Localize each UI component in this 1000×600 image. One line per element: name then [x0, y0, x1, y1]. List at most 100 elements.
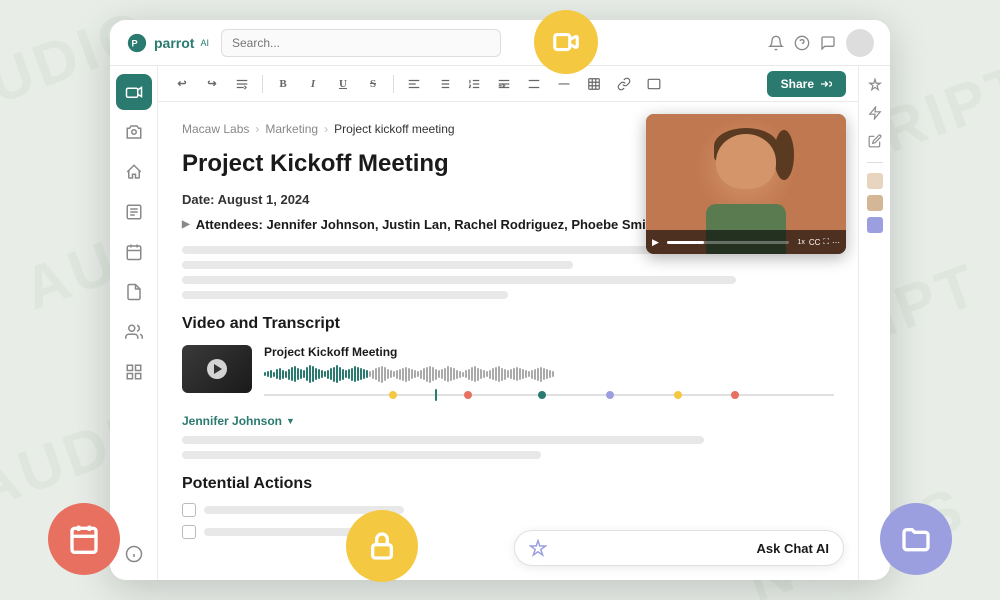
- timeline-dot-2: [464, 391, 472, 399]
- timeline-dot-4: [606, 391, 614, 399]
- cc-button[interactable]: CC: [809, 238, 821, 247]
- app-name: parrot: [154, 35, 194, 51]
- sparkle-panel-button[interactable]: [864, 74, 886, 96]
- timeline-dot-6: [731, 391, 739, 399]
- table-button[interactable]: [582, 72, 606, 96]
- underline-button[interactable]: U: [331, 72, 355, 96]
- person-hair-right: [774, 130, 794, 180]
- toolbar-divider-1: [262, 75, 263, 93]
- ph-line: [182, 261, 573, 269]
- outdent-button[interactable]: [522, 72, 546, 96]
- sidebar-item-home[interactable]: [116, 154, 152, 190]
- edit-panel-button[interactable]: [864, 130, 886, 152]
- action-text-2: [204, 528, 364, 536]
- help-icon[interactable]: [794, 35, 810, 51]
- video-progress[interactable]: [667, 241, 790, 244]
- italic-button[interactable]: I: [301, 72, 325, 96]
- breadcrumb-macaw[interactable]: Macaw Labs: [182, 122, 249, 136]
- speaker-name-text: Jennifer Johnson: [182, 414, 282, 428]
- sidebar-item-notes[interactable]: [116, 194, 152, 230]
- app-window: P parrotAI: [110, 20, 890, 580]
- capture-icon: [125, 123, 143, 141]
- sidebar-item-capture[interactable]: [116, 114, 152, 150]
- potential-actions-heading: Potential Actions: [182, 475, 834, 493]
- color-swatch-2[interactable]: [867, 195, 883, 211]
- timeline-dot-1: [389, 391, 397, 399]
- align-text-button[interactable]: [402, 72, 426, 96]
- play-triangle: [214, 364, 222, 374]
- playhead-cursor: [435, 389, 437, 401]
- top-bar-icons: [768, 29, 874, 57]
- parrot-logo-icon: P: [126, 32, 148, 54]
- video-time: 1x: [797, 239, 804, 246]
- action-checkbox-1[interactable]: [182, 503, 196, 517]
- hr-button[interactable]: —: [552, 72, 576, 96]
- timeline-line: [264, 394, 834, 396]
- lightning-panel-button[interactable]: [864, 102, 886, 124]
- bell-icon[interactable]: [768, 35, 784, 51]
- document-content: ▶ 1x CC ⛶ ⋯: [158, 102, 858, 580]
- panel-divider: [867, 162, 883, 163]
- calendar-circle: [48, 503, 120, 575]
- speaker-dropdown-arrow[interactable]: ▼: [286, 416, 295, 426]
- list-button[interactable]: [432, 72, 456, 96]
- video-progress-fill: [667, 241, 704, 244]
- top-bar: P parrotAI: [110, 20, 890, 66]
- action-item-1: [182, 503, 834, 517]
- waveform[interactable]: [264, 364, 834, 384]
- strikethrough-button[interactable]: S: [361, 72, 385, 96]
- sidebar-item-grid[interactable]: [116, 354, 152, 390]
- video-embed[interactable]: ▶ 1x CC ⛶ ⋯: [646, 114, 846, 254]
- video-control-icons: CC ⛶ ⋯: [809, 237, 840, 247]
- transcript-thumbnail[interactable]: [182, 345, 252, 393]
- breadcrumb-current: Project kickoff meeting: [334, 122, 455, 136]
- timeline-row: [264, 388, 834, 402]
- chat-ai-label: Ask Chat AI: [757, 541, 829, 556]
- grid-icon: [125, 363, 143, 381]
- bold-button[interactable]: B: [271, 72, 295, 96]
- redo-button[interactable]: ↪: [200, 72, 224, 96]
- file-icon: [125, 283, 143, 301]
- ordered-list-button[interactable]: [462, 72, 486, 96]
- sidebar-calendar-icon: [125, 243, 143, 261]
- content-area: ↩ ↪ B I U S: [158, 66, 858, 580]
- sidebar-item-file[interactable]: [116, 274, 152, 310]
- share-icon: [820, 78, 832, 90]
- more-button[interactable]: ⋯: [832, 238, 840, 247]
- edit-icon: [868, 134, 882, 148]
- sidebar-item-video[interactable]: [116, 74, 152, 110]
- user-avatar[interactable]: [846, 29, 874, 57]
- sidebar-item-calendar[interactable]: [116, 234, 152, 270]
- lightning-icon: [868, 106, 882, 120]
- play-button-small[interactable]: [207, 359, 227, 379]
- undo-button[interactable]: ↩: [170, 72, 194, 96]
- breadcrumb-marketing[interactable]: Marketing: [265, 122, 318, 136]
- attendees-toggle[interactable]: ▶: [182, 219, 190, 230]
- speaker-name: Jennifer Johnson ▼: [182, 414, 834, 428]
- play-button[interactable]: ▶: [652, 237, 659, 248]
- sidebar-item-users[interactable]: [116, 314, 152, 350]
- toolbar: ↩ ↪ B I U S: [158, 66, 858, 102]
- color-swatch-1[interactable]: [867, 173, 883, 189]
- align-button[interactable]: [230, 72, 254, 96]
- sidebar-item-info[interactable]: [116, 536, 152, 572]
- ph-line: [182, 276, 736, 284]
- message-icon[interactable]: [820, 35, 836, 51]
- action-checkbox-2[interactable]: [182, 525, 196, 539]
- embed-button[interactable]: [642, 72, 666, 96]
- search-input[interactable]: [221, 29, 501, 57]
- timeline-dot-5: [674, 391, 682, 399]
- chat-ai-bar[interactable]: Ask Chat AI: [514, 530, 844, 566]
- link-button[interactable]: [612, 72, 636, 96]
- camera-circle: [534, 10, 598, 74]
- ph-line: [182, 246, 671, 254]
- info-icon: [125, 545, 143, 563]
- lock-circle: [346, 510, 418, 582]
- users-icon: [125, 323, 143, 341]
- sparkle-icon: [529, 539, 547, 557]
- share-button[interactable]: Share: [767, 71, 846, 97]
- transcript-video-title: Project Kickoff Meeting: [264, 345, 834, 359]
- fullscreen-button[interactable]: ⛶: [823, 237, 829, 247]
- indent-button[interactable]: [492, 72, 516, 96]
- color-swatch-3[interactable]: [867, 217, 883, 233]
